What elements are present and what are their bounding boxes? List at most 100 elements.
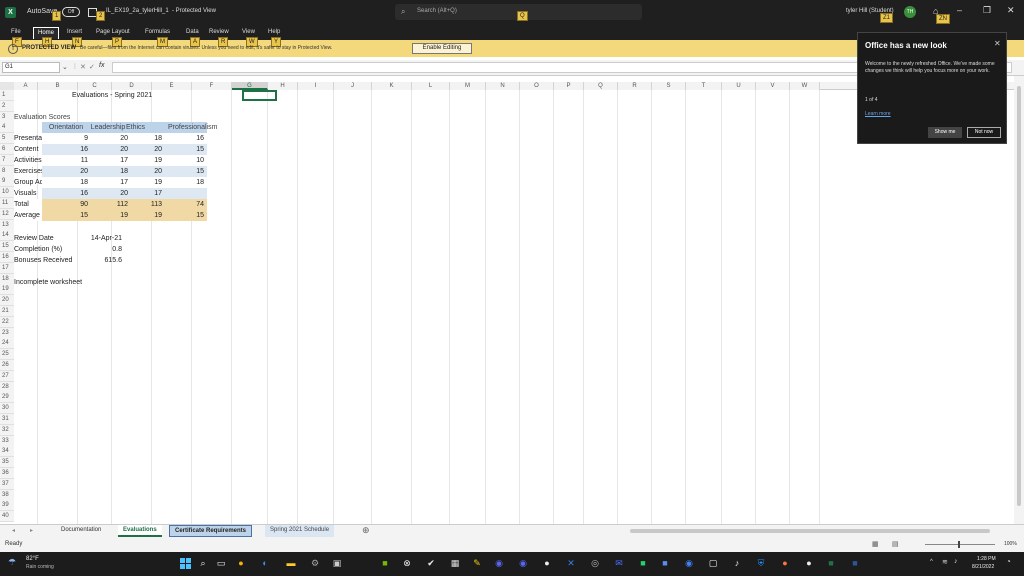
table-cell[interactable]: 16 — [42, 144, 90, 155]
row-header-28[interactable]: 28 — [0, 381, 14, 393]
column-header-a[interactable]: A — [14, 82, 38, 90]
row-header-10[interactable]: 10 — [0, 187, 14, 199]
chevron-down-icon[interactable]: ⌄ — [62, 63, 68, 71]
table-cell[interactable]: 18 — [126, 133, 164, 144]
column-header-j[interactable]: J — [334, 82, 372, 90]
discord-icon[interactable]: ◉ — [492, 556, 506, 570]
restore-icon[interactable]: ❐ — [983, 5, 991, 16]
brave-icon[interactable]: ● — [778, 556, 792, 570]
windows-start-icon[interactable] — [180, 558, 191, 569]
word-icon[interactable]: ■ — [848, 556, 862, 570]
row-label[interactable]: Visuals — [14, 188, 42, 199]
github-icon[interactable]: ◎ — [588, 556, 602, 570]
notes-icon[interactable]: ▢ — [706, 556, 720, 570]
row-header-16[interactable]: 16 — [0, 252, 14, 263]
nvidia-icon[interactable]: ■ — [378, 556, 392, 570]
tab-review[interactable]: Review — [209, 29, 229, 35]
completion-value[interactable]: 0.8 — [88, 244, 124, 255]
view-mode[interactable]: - Protected View — [172, 8, 216, 14]
settings-icon[interactable]: ⚙ — [308, 556, 322, 570]
row-header-30[interactable]: 30 — [0, 403, 14, 415]
table-cell[interactable]: 17 — [86, 177, 130, 188]
table-cell[interactable]: 10 — [164, 155, 206, 166]
tiktok-icon[interactable]: ♪ — [730, 556, 744, 570]
column-header-s[interactable]: S — [652, 82, 686, 90]
total-cell[interactable]: 74 — [164, 199, 206, 210]
row-header-34[interactable]: 34 — [0, 446, 14, 458]
row-header-19[interactable]: 19 — [0, 284, 14, 296]
row-header-39[interactable]: 39 — [0, 500, 14, 512]
row-header-13[interactable]: 13 — [0, 219, 14, 231]
table-cell[interactable]: 17 — [86, 155, 130, 166]
sheet-title[interactable]: Evaluations - Spring 2021 — [72, 90, 152, 101]
note-cell[interactable]: Incomplete worksheet — [14, 277, 114, 288]
table-cell[interactable]: 19 — [126, 177, 164, 188]
tab-documentation[interactable]: Documentation — [56, 525, 106, 537]
table-cell[interactable]: 15 — [164, 144, 206, 155]
normal-view-icon[interactable]: ▦ — [872, 540, 879, 548]
row-label[interactable]: Content — [14, 144, 42, 155]
vertical-scrollbar[interactable] — [1014, 76, 1024, 524]
review-date-label[interactable]: Review Date — [14, 233, 89, 244]
table-cell[interactable]: 18 — [42, 177, 90, 188]
column-header-w[interactable]: W — [790, 82, 820, 90]
column-header-r[interactable]: R — [618, 82, 652, 90]
row-header-3[interactable]: 3 — [0, 111, 14, 123]
row-header-15[interactable]: 15 — [0, 241, 14, 253]
weather-temp[interactable]: 82°F — [26, 556, 39, 562]
calculator-icon[interactable]: ▦ — [448, 556, 462, 570]
chrome-icon[interactable]: ● — [234, 556, 248, 570]
avatar[interactable]: TH — [904, 6, 916, 18]
minimize-icon[interactable]: – — [957, 5, 962, 15]
table-cell[interactable]: 20 — [126, 166, 164, 177]
column-header-u[interactable]: U — [722, 82, 756, 90]
column-header-b[interactable]: B — [38, 82, 78, 90]
column-header-i[interactable]: I — [298, 82, 334, 90]
row-header-17[interactable]: 17 — [0, 262, 14, 274]
select-all-corner[interactable] — [0, 82, 14, 90]
autosave-toggle[interactable]: Off — [62, 7, 80, 17]
table-cell[interactable]: 20 — [86, 188, 130, 199]
total-cell[interactable]: 113 — [126, 199, 164, 210]
add-sheet-icon[interactable]: ⊕ — [362, 525, 370, 536]
discord-alt-icon[interactable]: ◉ — [516, 556, 530, 570]
excel-taskbar-icon[interactable]: ■ — [824, 556, 838, 570]
tab-file[interactable]: File — [11, 29, 21, 35]
tab-spring-schedule[interactable]: Spring 2021 Schedule — [265, 525, 335, 537]
xbox-icon[interactable]: ⊗ — [400, 556, 414, 570]
row-header-25[interactable]: 25 — [0, 349, 14, 361]
column-header-f[interactable]: F — [192, 82, 232, 90]
total-cell[interactable]: 112 — [86, 199, 130, 210]
horizontal-scrollbar[interactable] — [630, 529, 990, 533]
row-header-14[interactable]: 14 — [0, 230, 14, 242]
circle-app-icon[interactable]: ● — [802, 556, 816, 570]
row-header-1[interactable]: 1 — [0, 90, 14, 101]
row-header-23[interactable]: 23 — [0, 327, 14, 339]
row-header-37[interactable]: 37 — [0, 478, 14, 490]
terminal-icon[interactable]: ▣ — [330, 556, 344, 570]
column-header-v[interactable]: V — [756, 82, 790, 90]
zoom-level[interactable]: 100% — [1004, 541, 1017, 547]
row-header-8[interactable]: 8 — [0, 165, 14, 177]
tab-view[interactable]: View — [242, 29, 255, 35]
column-header-o[interactable]: O — [520, 82, 554, 90]
row-header-4[interactable]: 4 — [0, 122, 14, 134]
tab-help[interactable]: Help — [268, 29, 280, 35]
tray-chevron-icon[interactable]: ^ — [930, 559, 933, 565]
row-header-9[interactable]: 9 — [0, 176, 14, 188]
weather-desc[interactable]: Rain coming — [26, 564, 54, 570]
edge-icon[interactable]: ◐ — [258, 556, 272, 570]
table-cell[interactable]: 20 — [86, 133, 130, 144]
row-header-35[interactable]: 35 — [0, 457, 14, 469]
selected-cell[interactable] — [242, 90, 277, 101]
column-header-k[interactable]: K — [372, 82, 412, 90]
row-header-32[interactable]: 32 — [0, 424, 14, 436]
table-cell[interactable]: 20 — [86, 144, 130, 155]
table-cell[interactable]: 17 — [126, 188, 164, 199]
clock-time[interactable]: 1:28 PM — [977, 556, 996, 562]
table-cell[interactable]: 20 — [126, 144, 164, 155]
review-date-value[interactable]: 14-Apr-21 — [88, 233, 124, 244]
row-header-27[interactable]: 27 — [0, 370, 14, 382]
pencil-icon[interactable]: ✎ — [470, 556, 484, 570]
next-sheet-icon[interactable]: ▸ — [30, 527, 33, 534]
